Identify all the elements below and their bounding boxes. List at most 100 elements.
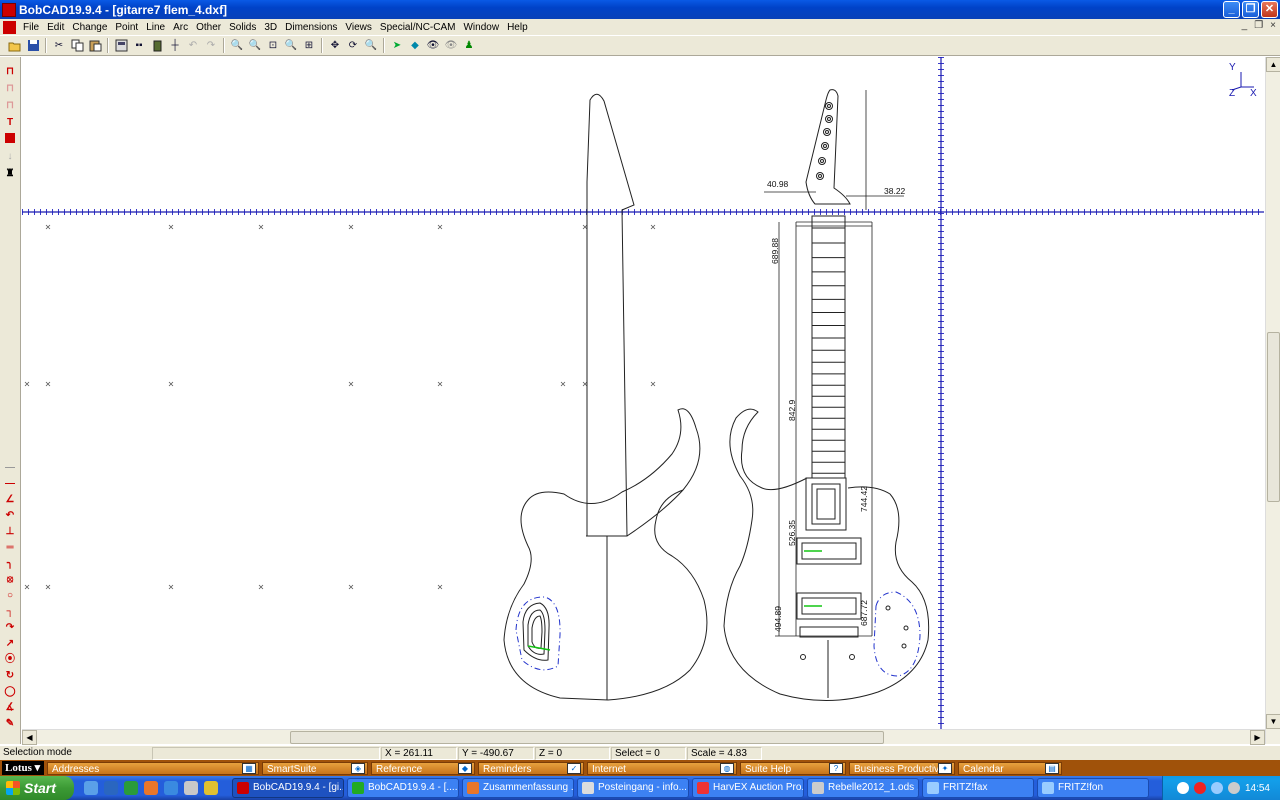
select-arrow-icon[interactable]: ➤ bbox=[390, 38, 405, 53]
clock[interactable]: 14:54 bbox=[1245, 783, 1270, 794]
arc-3pt-tool-icon[interactable]: ↗ bbox=[3, 637, 17, 651]
task-fritz-fon[interactable]: FRITZ!fon bbox=[1037, 778, 1149, 798]
lotus-reference-button[interactable]: Reference ◆ bbox=[371, 761, 475, 775]
menu-help[interactable]: Help bbox=[503, 22, 532, 33]
vertical-scroll-thumb[interactable] bbox=[1267, 332, 1280, 502]
tool-icon[interactable] bbox=[204, 781, 218, 795]
zoom-window-icon[interactable]: ⊡ bbox=[266, 38, 281, 53]
menu-other[interactable]: Other bbox=[192, 22, 225, 33]
bobcad-app-icon[interactable] bbox=[2, 2, 16, 17]
line-tool-icon[interactable]: — bbox=[3, 477, 17, 491]
lotus-smartsuite-button[interactable]: SmartSuite ◈ bbox=[262, 761, 368, 775]
layers-icon[interactable]: ♟ bbox=[462, 38, 477, 53]
maximize-button[interactable]: ❐ bbox=[1242, 1, 1259, 18]
zoom-fit-icon[interactable]: ⊞ bbox=[302, 38, 317, 53]
menu-window[interactable]: Window bbox=[459, 22, 503, 33]
lotus-internet-button[interactable]: Internet ◍ bbox=[587, 761, 737, 775]
tangent-line-tool-icon[interactable]: ⊥ bbox=[3, 525, 17, 539]
menu-views[interactable]: Views bbox=[341, 22, 376, 33]
explorer-icon[interactable] bbox=[104, 781, 118, 795]
trim-tool-icon[interactable]: ✎ bbox=[3, 717, 17, 731]
pan-icon[interactable]: ✥ bbox=[328, 38, 343, 53]
cut-icon[interactable]: ✂ bbox=[52, 38, 67, 53]
tray-volume-icon[interactable] bbox=[1227, 782, 1240, 794]
tray-antivirus-icon[interactable] bbox=[1193, 782, 1206, 794]
circle-tool-icon[interactable]: ○ bbox=[3, 589, 17, 603]
menu-point[interactable]: Point bbox=[111, 22, 142, 33]
lotus-suite-help-button[interactable]: Suite Help? bbox=[740, 761, 846, 775]
paste-icon[interactable] bbox=[88, 38, 103, 53]
lotus-business-productivity-button[interactable]: Business Productivity ✦ bbox=[849, 761, 955, 775]
firefox-icon[interactable] bbox=[144, 781, 158, 795]
settings-icon[interactable] bbox=[184, 781, 198, 795]
open-icon[interactable] bbox=[8, 38, 23, 53]
scroll-down-arrow-icon[interactable]: ▼ bbox=[1266, 714, 1280, 729]
lotus-addresses-button[interactable]: Addresses ▦ bbox=[47, 761, 259, 775]
fillet-tool-icon[interactable]: ╮ bbox=[3, 557, 17, 571]
menu-file[interactable]: File bbox=[19, 22, 43, 33]
tray-icon[interactable] bbox=[1176, 782, 1189, 794]
zoom-all-icon[interactable]: 🔍 bbox=[284, 38, 299, 53]
desktop-icon[interactable] bbox=[84, 781, 98, 795]
arrow-tool-icon[interactable]: ↓ bbox=[3, 150, 17, 164]
task-bobcad-1[interactable]: BobCAD19.9.4 - [gi... bbox=[232, 778, 344, 798]
tray-network-icon[interactable] bbox=[1210, 782, 1223, 794]
dimension-tool-icon[interactable]: ⊓ bbox=[3, 65, 17, 79]
task-posteingang[interactable]: Posteingang - info... bbox=[577, 778, 689, 798]
mdi-restore-button[interactable]: ❐ bbox=[1254, 20, 1263, 31]
trash-icon[interactable] bbox=[150, 38, 165, 53]
save-icon[interactable] bbox=[26, 38, 41, 53]
task-rebelle[interactable]: Rebelle2012_1.ods ... bbox=[807, 778, 919, 798]
mdi-close-button[interactable]: × bbox=[1270, 20, 1276, 31]
scroll-up-arrow-icon[interactable]: ▲ bbox=[1266, 57, 1280, 72]
dimension-tool-icon[interactable]: ⊓ bbox=[3, 82, 17, 96]
menu-change[interactable]: Change bbox=[68, 22, 111, 33]
eye-icon[interactable]: 👁 bbox=[426, 38, 441, 53]
dimension-tool-icon[interactable]: ⊓ bbox=[3, 99, 17, 113]
calculator-icon[interactable] bbox=[114, 38, 129, 53]
chamfer-tool-icon[interactable]: ┐ bbox=[3, 605, 17, 619]
task-zusammenfassung[interactable]: Zusammenfassung ... bbox=[462, 778, 574, 798]
angle-line-tool-icon[interactable]: ∠ bbox=[3, 493, 17, 507]
mdi-minimize-button[interactable]: _ bbox=[1242, 20, 1248, 31]
copy-icon[interactable] bbox=[70, 38, 85, 53]
task-fritz-fax[interactable]: FRITZ!fax bbox=[922, 778, 1034, 798]
parallel-line-tool-icon[interactable]: ═ bbox=[3, 541, 17, 555]
undo-icon[interactable]: ↶ bbox=[186, 38, 201, 53]
menu-arc[interactable]: Arc bbox=[169, 22, 192, 33]
horizontal-scroll-thumb[interactable] bbox=[290, 731, 884, 744]
rotate-icon[interactable]: ⟳ bbox=[346, 38, 361, 53]
vertical-scrollbar[interactable]: ▲ ▼ bbox=[1265, 57, 1280, 744]
task-harvex[interactable]: HarvEX Auction Pro... bbox=[692, 778, 804, 798]
horizontal-scrollbar[interactable]: ◀ ▶ bbox=[22, 729, 1265, 745]
menu-dimensions[interactable]: Dimensions bbox=[281, 22, 341, 33]
menu-3d[interactable]: 3D bbox=[260, 22, 281, 33]
arc-tool-icon[interactable]: ↷ bbox=[3, 621, 17, 635]
task-bobcad-2[interactable]: BobCAD19.9.4 - [..... bbox=[347, 778, 459, 798]
zoom-magnify-icon[interactable]: 🔍 bbox=[364, 38, 379, 53]
menu-edit[interactable]: Edit bbox=[43, 22, 68, 33]
lotus-calendar-button[interactable]: Calendar ▤ bbox=[958, 761, 1062, 775]
redo-icon[interactable]: ↷ bbox=[204, 38, 219, 53]
close-button[interactable]: ✕ bbox=[1261, 1, 1278, 18]
zoom-out-icon[interactable]: 🔍 bbox=[248, 38, 263, 53]
scroll-right-arrow-icon[interactable]: ▶ bbox=[1250, 730, 1265, 745]
document-icon[interactable] bbox=[3, 20, 16, 34]
arc-center-tool-icon[interactable]: ⦿ bbox=[3, 653, 17, 667]
arc-line-tool-icon[interactable]: ↶ bbox=[3, 509, 17, 523]
lotus-menu-button[interactable]: Lotus ▾ bbox=[2, 761, 44, 775]
arc-tangent-tool-icon[interactable]: ↻ bbox=[3, 669, 17, 683]
ie-icon[interactable] bbox=[164, 781, 178, 795]
start-button[interactable]: Start bbox=[0, 776, 74, 800]
menu-line[interactable]: Line bbox=[142, 22, 169, 33]
marker-tool-icon[interactable]: ♜ bbox=[3, 167, 17, 181]
cross-icon[interactable]: ┼ bbox=[168, 38, 183, 53]
hatch-tool-icon[interactable] bbox=[3, 133, 17, 147]
minimize-button[interactable]: _ bbox=[1223, 1, 1240, 18]
cad-drawing-canvas[interactable]: 40.98 38.22 689.88 842.9 744.42 526.35 4… bbox=[22, 57, 1264, 729]
excel-icon[interactable] bbox=[124, 781, 138, 795]
spline-tool-icon[interactable]: ∡ bbox=[3, 701, 17, 715]
lotus-reminders-button[interactable]: Reminders ✓ bbox=[478, 761, 584, 775]
ellipse-tool-icon[interactable]: ◯ bbox=[3, 685, 17, 699]
perpendicular-tool-icon[interactable]: ⦻ bbox=[3, 573, 17, 587]
